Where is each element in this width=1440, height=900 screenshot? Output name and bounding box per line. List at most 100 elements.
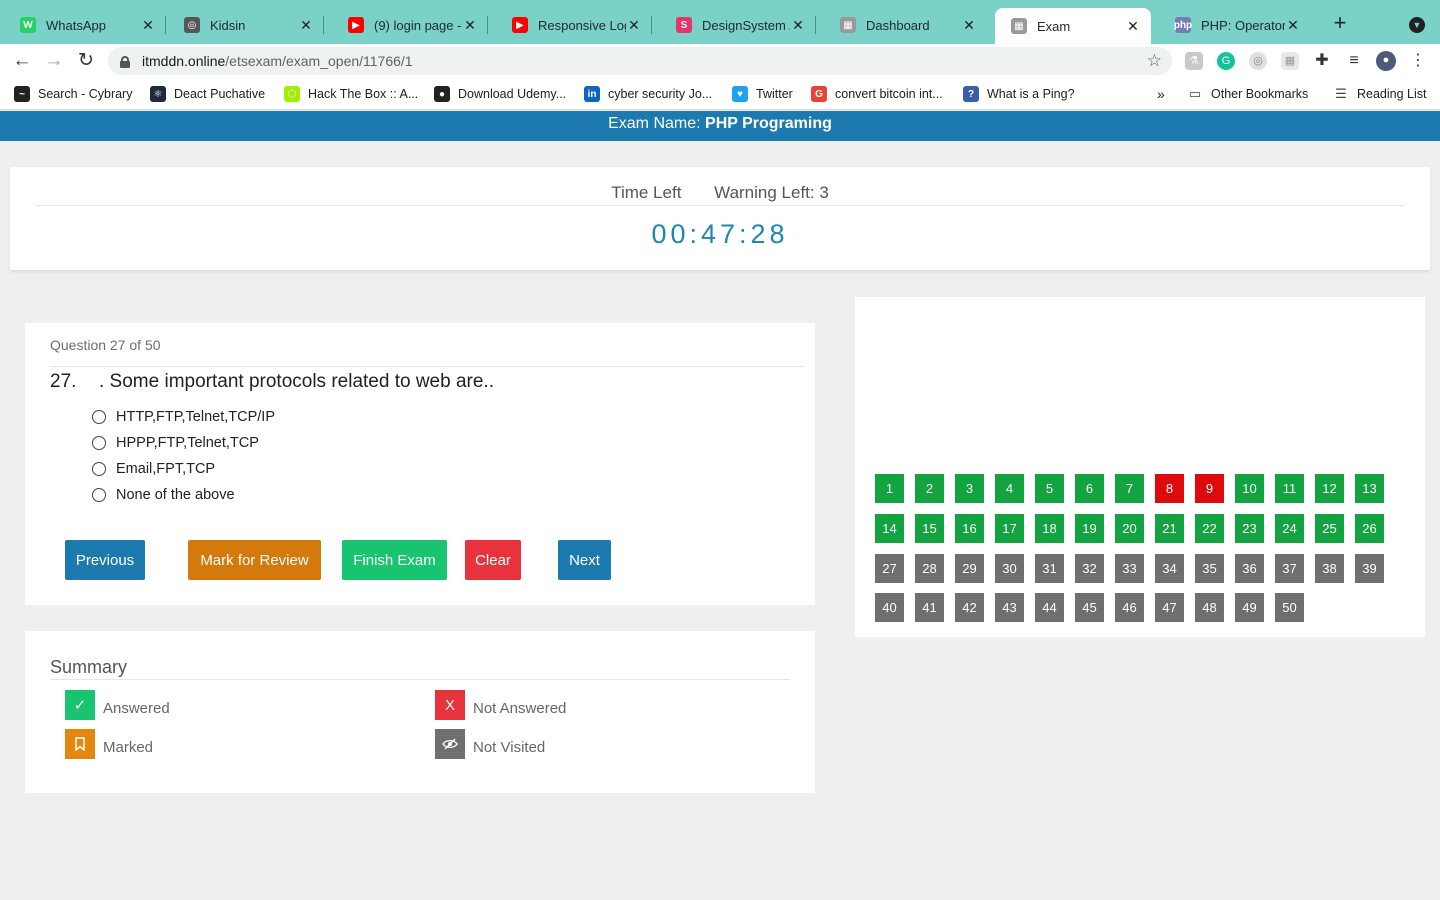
- question-palette-button[interactable]: 21: [1155, 514, 1184, 543]
- close-tab-icon[interactable]: ✕: [1125, 18, 1141, 34]
- bookmark-item[interactable]: ? What is a Ping?: [963, 85, 1075, 103]
- question-palette-button[interactable]: 3: [955, 474, 984, 503]
- question-palette-button[interactable]: 5: [1035, 474, 1064, 503]
- question-palette-button[interactable]: 46: [1115, 593, 1144, 622]
- close-tab-icon[interactable]: ✕: [140, 17, 156, 33]
- address-bar[interactable]: itmddn.online/etsexam/exam_open/11766/1 …: [108, 47, 1172, 75]
- question-palette-button[interactable]: 37: [1275, 554, 1304, 583]
- question-palette-button[interactable]: 48: [1195, 593, 1224, 622]
- question-palette-button[interactable]: 18: [1035, 514, 1064, 543]
- question-palette-button[interactable]: 23: [1235, 514, 1264, 543]
- question-palette-button[interactable]: 11: [1275, 474, 1304, 503]
- bookmark-item[interactable]: ⬡ Hack The Box :: A...: [284, 85, 418, 103]
- previous-button[interactable]: Previous: [65, 540, 145, 580]
- radio-button[interactable]: [92, 462, 106, 476]
- browser-tab[interactable]: ▶ (9) login page - Y✕: [332, 8, 488, 42]
- question-palette-button[interactable]: 33: [1115, 554, 1144, 583]
- next-button[interactable]: Next: [558, 540, 611, 580]
- bookmark-item[interactable]: ● Download Udemy...: [434, 85, 566, 103]
- grammarly-icon[interactable]: G: [1217, 52, 1235, 70]
- browser-menu-icon[interactable]: ⋮: [1409, 52, 1427, 70]
- bookmark-item[interactable]: ♥ Twitter: [732, 85, 793, 103]
- answer-option-3[interactable]: Email,FPT,TCP: [92, 459, 215, 479]
- question-palette-button[interactable]: 43: [995, 593, 1024, 622]
- browser-tab[interactable]: ▦ Exam ✕: [995, 8, 1151, 44]
- question-palette-button[interactable]: 1: [875, 474, 904, 503]
- profile-avatar[interactable]: ●: [1376, 51, 1396, 71]
- question-palette-button[interactable]: 6: [1075, 474, 1104, 503]
- question-palette-button[interactable]: 26: [1355, 514, 1384, 543]
- question-palette-button[interactable]: 42: [955, 593, 984, 622]
- close-tab-icon[interactable]: ✕: [626, 17, 642, 33]
- reload-icon[interactable]: ↻: [75, 50, 97, 72]
- question-palette-button[interactable]: 25: [1315, 514, 1344, 543]
- bookmark-item[interactable]: ⚛ Deact Puchative: [150, 85, 265, 103]
- question-palette-button[interactable]: 15: [915, 514, 944, 543]
- clear-button[interactable]: Clear: [465, 540, 521, 580]
- question-palette-button[interactable]: 50: [1275, 593, 1304, 622]
- mark-for-review-button[interactable]: Mark for Review: [188, 540, 321, 580]
- close-tab-icon[interactable]: ✕: [790, 17, 806, 33]
- extension-icon[interactable]: ▦: [1281, 52, 1299, 70]
- question-palette-button[interactable]: 9: [1195, 474, 1224, 503]
- question-palette-button[interactable]: 34: [1155, 554, 1184, 583]
- question-palette-button[interactable]: 38: [1315, 554, 1344, 583]
- question-palette-button[interactable]: 7: [1115, 474, 1144, 503]
- tab-search-icon[interactable]: ▼: [1409, 17, 1425, 33]
- question-palette-button[interactable]: 14: [875, 514, 904, 543]
- reading-list[interactable]: ☰ Reading List: [1333, 85, 1426, 103]
- question-palette-button[interactable]: 47: [1155, 593, 1184, 622]
- answer-option-4[interactable]: None of the above: [92, 485, 235, 505]
- question-palette-button[interactable]: 28: [915, 554, 944, 583]
- browser-tab[interactable]: ▶ Responsive Login✕: [496, 8, 652, 42]
- question-palette-button[interactable]: 4: [995, 474, 1024, 503]
- question-palette-button[interactable]: 30: [995, 554, 1024, 583]
- back-arrow-icon[interactable]: ←: [11, 50, 33, 72]
- browser-tab[interactable]: W WhatsApp ✕: [4, 8, 166, 42]
- puzzle-extensions-icon[interactable]: ✚: [1313, 52, 1331, 70]
- new-tab-button[interactable]: +: [1328, 12, 1352, 36]
- radio-button[interactable]: [92, 488, 106, 502]
- question-palette-button[interactable]: 31: [1035, 554, 1064, 583]
- question-palette-button[interactable]: 49: [1235, 593, 1264, 622]
- question-palette-button[interactable]: 16: [955, 514, 984, 543]
- radio-button[interactable]: [92, 436, 106, 450]
- close-tab-icon[interactable]: ✕: [298, 17, 314, 33]
- question-palette-button[interactable]: 10: [1235, 474, 1264, 503]
- question-palette-button[interactable]: 22: [1195, 514, 1224, 543]
- browser-tab[interactable]: ◎ Kidsin ✕: [168, 8, 324, 42]
- question-palette-button[interactable]: 35: [1195, 554, 1224, 583]
- close-tab-icon[interactable]: ✕: [961, 17, 977, 33]
- bookmark-star-icon[interactable]: ☆: [1147, 51, 1162, 71]
- bookmarks-overflow-icon[interactable]: »: [1157, 85, 1165, 103]
- question-palette-button[interactable]: 44: [1035, 593, 1064, 622]
- question-palette-button[interactable]: 32: [1075, 554, 1104, 583]
- bookmark-item[interactable]: Gconvert bitcoin int...: [811, 85, 943, 103]
- answer-option-2[interactable]: HPPP,FTP,Telnet,TCP: [92, 433, 259, 453]
- question-palette-button[interactable]: 29: [955, 554, 984, 583]
- question-palette-button[interactable]: 40: [875, 593, 904, 622]
- bookmark-item[interactable]: in cyber security Jo...: [584, 85, 712, 103]
- question-palette-button[interactable]: 17: [995, 514, 1024, 543]
- browser-tab[interactable]: php PHP: Operator Pr✕: [1159, 8, 1311, 42]
- radio-button[interactable]: [92, 410, 106, 424]
- question-palette-button[interactable]: 13: [1355, 474, 1384, 503]
- question-palette-button[interactable]: 12: [1315, 474, 1344, 503]
- browser-tab[interactable]: ▦ Dashboard ✕: [824, 8, 987, 42]
- media-control-icon[interactable]: ≡: [1345, 52, 1363, 70]
- extension-icon[interactable]: ⚗: [1185, 52, 1203, 70]
- bookmark-item[interactable]: ~ Search - Cybrary: [14, 85, 132, 103]
- question-palette-button[interactable]: 24: [1275, 514, 1304, 543]
- question-palette-button[interactable]: 8: [1155, 474, 1184, 503]
- forward-arrow-icon[interactable]: →: [43, 50, 65, 72]
- close-tab-icon[interactable]: ✕: [1285, 17, 1301, 33]
- question-palette-button[interactable]: 36: [1235, 554, 1264, 583]
- question-palette-button[interactable]: 45: [1075, 593, 1104, 622]
- browser-tab[interactable]: S DesignSystem / A✕: [660, 8, 816, 42]
- question-palette-button[interactable]: 2: [915, 474, 944, 503]
- question-palette-button[interactable]: 27: [875, 554, 904, 583]
- answer-option-1[interactable]: HTTP,FTP,Telnet,TCP/IP: [92, 407, 275, 427]
- other-bookmarks[interactable]: ▭ Other Bookmarks: [1187, 85, 1308, 103]
- close-tab-icon[interactable]: ✕: [462, 17, 478, 33]
- finish-exam-button[interactable]: Finish Exam: [342, 540, 447, 580]
